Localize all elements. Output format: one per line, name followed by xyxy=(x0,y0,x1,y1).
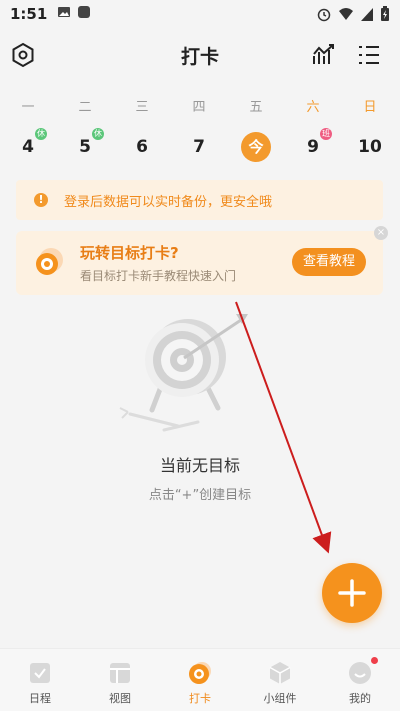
profile-smile-icon xyxy=(348,657,378,685)
alarm-icon xyxy=(316,6,332,26)
rest-day-badge: 休 xyxy=(92,128,104,140)
target-icon xyxy=(34,247,64,277)
list-menu-icon[interactable] xyxy=(356,42,382,68)
weekday-label: 四 xyxy=(192,100,206,115)
stats-chart-icon[interactable] xyxy=(311,42,337,68)
tab-widgets[interactable]: 小组件 xyxy=(250,655,310,709)
empty-state-title: 当前无目标 xyxy=(159,456,240,475)
signal-icon xyxy=(360,6,374,26)
promo-subtitle: 看目标打卡新手教程快速入门 xyxy=(80,269,237,283)
date-number: 10 xyxy=(358,137,382,157)
weekday-label: 五 xyxy=(249,100,263,115)
promo-title: 玩转目标打卡? xyxy=(80,244,179,262)
date-number: 6 xyxy=(136,137,148,157)
bottom-tab-bar: 日程 视图 打卡 小组件 我的 xyxy=(0,648,400,711)
date-row: 4 休 5 休 6 7 今 9 班 10 xyxy=(0,128,400,166)
date-cell[interactable]: 9 班 xyxy=(296,128,332,162)
tab-checkin[interactable]: 打卡 xyxy=(170,655,230,709)
image-icon xyxy=(57,5,71,23)
schedule-check-icon xyxy=(28,661,52,685)
grid-view-icon xyxy=(108,661,132,685)
weekday-row: 一 二 三 四 五 六 日 xyxy=(0,96,400,116)
target-dart-icon xyxy=(118,302,268,442)
date-cell[interactable]: 10 xyxy=(353,132,387,162)
close-icon[interactable]: × xyxy=(374,226,388,240)
tab-label: 视图 xyxy=(109,692,131,705)
date-cell[interactable]: 6 xyxy=(125,132,159,162)
notification-dot xyxy=(371,657,378,664)
cube-icon xyxy=(268,661,292,685)
tab-label: 打卡 xyxy=(189,692,211,705)
weekday-label: 三 xyxy=(135,100,149,115)
date-number: 5 xyxy=(79,137,91,157)
tab-label: 日程 xyxy=(29,692,51,705)
status-bar: 1:51 xyxy=(0,0,400,28)
date-number: 7 xyxy=(193,137,205,157)
status-time: 1:51 xyxy=(10,5,48,23)
rest-day-badge: 休 xyxy=(35,128,47,140)
date-cell[interactable]: 4 休 xyxy=(11,128,47,162)
app-header: 打卡 xyxy=(0,34,400,74)
tab-view[interactable]: 视图 xyxy=(90,655,150,709)
date-number: 4 xyxy=(22,137,34,157)
tutorial-promo-card: 玩转目标打卡? 看目标打卡新手教程快速入门 查看教程 xyxy=(16,231,383,295)
view-tutorial-button[interactable]: 查看教程 xyxy=(292,248,366,276)
page-title: 打卡 xyxy=(180,46,219,68)
date-cell-today[interactable]: 今 xyxy=(241,132,271,162)
notice-text: 登录后数据可以实时备份，更安全哦 xyxy=(64,194,273,210)
wifi-icon xyxy=(338,6,354,26)
tab-label: 我的 xyxy=(349,692,371,705)
date-cell[interactable]: 7 xyxy=(182,132,216,162)
exclamation-icon: ! xyxy=(34,193,48,207)
date-number: 9 xyxy=(307,137,319,157)
weekday-label: 一 xyxy=(21,100,35,115)
weekday-label: 二 xyxy=(78,100,92,115)
weekday-label: 日 xyxy=(363,100,377,115)
weekday-label: 六 xyxy=(306,100,320,115)
tab-schedule[interactable]: 日程 xyxy=(10,655,70,709)
app-icon xyxy=(77,5,91,23)
login-notice-banner[interactable]: ! 登录后数据可以实时备份，更安全哦 xyxy=(16,180,383,220)
target-icon xyxy=(188,661,212,685)
work-day-badge: 班 xyxy=(320,128,332,140)
date-cell[interactable]: 5 休 xyxy=(68,128,104,162)
add-goal-button[interactable] xyxy=(322,563,382,623)
battery-icon xyxy=(380,6,390,26)
plus-icon xyxy=(338,579,366,607)
empty-state-subtitle: 点击“+”创建目标 xyxy=(148,488,252,503)
date-number: 今 xyxy=(248,138,264,156)
tab-label: 小组件 xyxy=(263,692,297,705)
tab-profile[interactable]: 我的 xyxy=(330,655,390,709)
